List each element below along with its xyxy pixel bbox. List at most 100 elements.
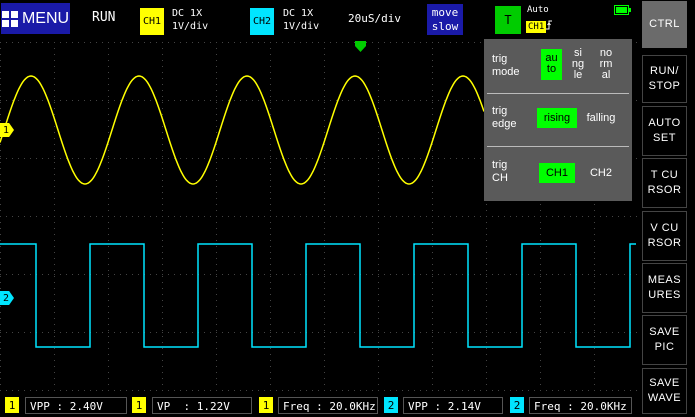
grid-dot <box>432 384 433 385</box>
grid-dot <box>432 158 433 159</box>
measurement-4-value[interactable]: VPP : 2.14V <box>403 397 503 414</box>
measurement-1-value[interactable]: VPP : 2.40V <box>25 397 127 414</box>
trigger-position-marker[interactable] <box>354 40 368 54</box>
grid-dot <box>312 274 313 275</box>
grid-dot <box>108 90 109 91</box>
grid-dot <box>336 332 337 333</box>
run-stop-button[interactable]: RUN/ STOP <box>642 55 687 103</box>
save-pic-button[interactable]: SAVE PIC <box>642 315 687 365</box>
grid-dot <box>360 100 361 101</box>
grid-dot <box>6 158 7 159</box>
grid-dot <box>150 100 151 101</box>
grid-dot <box>426 216 427 217</box>
grid-dot <box>84 390 85 391</box>
trig-edge-rising-option[interactable]: rising <box>537 108 577 128</box>
grid-dot <box>270 274 271 275</box>
measurement-5-value[interactable]: Freq : 20.0KHz <box>529 397 632 414</box>
grid-dot <box>324 282 325 283</box>
grid-dot <box>156 332 157 333</box>
grid-dot <box>324 276 325 277</box>
ch1-settings[interactable]: DC 1X 1V/div <box>172 7 208 33</box>
grid-dot <box>186 42 187 43</box>
grid-dot <box>0 342 1 343</box>
grid-dot <box>324 210 325 211</box>
ctrl-button[interactable]: CTRL <box>642 1 687 48</box>
grid-dot <box>456 100 457 101</box>
grid-dot <box>324 198 325 199</box>
grid-dot <box>420 274 421 275</box>
grid-dot <box>594 330 595 331</box>
grid-dot <box>336 274 337 275</box>
grid-dot <box>432 332 433 333</box>
grid-dot <box>558 332 559 333</box>
grid-dot <box>324 240 325 241</box>
grid-dot <box>444 390 445 391</box>
trig-ch-label: trig CH <box>492 159 508 184</box>
grid-dot <box>450 390 451 391</box>
grid-dot <box>54 174 55 175</box>
ch2-settings[interactable]: DC 1X 1V/div <box>283 7 319 33</box>
grid-dot <box>384 158 385 159</box>
grid-dot <box>432 342 433 343</box>
grid-dot <box>408 332 409 333</box>
grid-dot <box>108 60 109 61</box>
trig-mode-single-option[interactable]: si ng le <box>568 48 588 81</box>
grid-dot <box>18 390 19 391</box>
run-state[interactable]: RUN <box>92 10 115 25</box>
grid-dot <box>216 186 217 187</box>
trig-mode-auto-option[interactable]: au to <box>541 49 562 80</box>
timebase[interactable]: 20uS/div <box>348 12 401 25</box>
grid-dot <box>396 216 397 217</box>
grid-dot <box>300 274 301 275</box>
move-speed-button[interactable]: move slow <box>427 4 463 35</box>
trig-ch-ch1-option[interactable]: CH1 <box>539 163 575 183</box>
grid-dot <box>102 42 103 43</box>
grid-dot <box>132 100 133 101</box>
grid-dot <box>498 332 499 333</box>
menu-button[interactable]: MENU <box>1 3 70 34</box>
measurement-3-value[interactable]: Freq : 20.0KHz <box>278 397 378 414</box>
ch2-scale: 1V/div <box>283 21 320 32</box>
trig-edge-falling-option[interactable]: falling <box>581 113 621 124</box>
grid-dot <box>486 332 487 333</box>
auto-set-button[interactable]: AUTO SET <box>642 106 687 156</box>
grid-dot <box>282 100 283 101</box>
grid-dot <box>54 48 55 49</box>
grid-dot <box>216 276 217 277</box>
grid-dot <box>96 332 97 333</box>
grid-dot <box>264 332 265 333</box>
trigger-button[interactable]: T <box>495 6 521 34</box>
grid-dot <box>498 390 499 391</box>
ch1-badge[interactable]: CH1 <box>140 8 164 35</box>
save-wave-button[interactable]: SAVE WAVE <box>642 368 687 414</box>
grid-dot <box>486 312 487 313</box>
trig-mode-normal-option[interactable]: no rm al <box>596 48 616 81</box>
grid-dot <box>6 274 7 275</box>
panel-divider <box>487 93 629 94</box>
grid-dot <box>372 332 373 333</box>
measurement-2-value[interactable]: VP : 1.22V <box>152 397 252 414</box>
grid-dot <box>0 210 1 211</box>
grid-dot <box>12 390 13 391</box>
grid-dot <box>384 100 385 101</box>
grid-dot <box>486 228 487 229</box>
grid-dot <box>210 100 211 101</box>
v-cursor-button[interactable]: V CU RSOR <box>642 211 687 261</box>
grid-dot <box>54 264 55 265</box>
ch2-badge[interactable]: CH2 <box>250 8 274 35</box>
trig-ch-ch2-option[interactable]: CH2 <box>583 168 619 179</box>
grid-dot <box>162 66 163 67</box>
grid-dot <box>432 282 433 283</box>
grid-dot <box>294 100 295 101</box>
grid-dot <box>432 348 433 349</box>
measures-button[interactable]: MEAS URES <box>642 263 687 313</box>
grid-dot <box>0 276 1 277</box>
grid-dot <box>378 288 379 289</box>
grid-dot <box>66 274 67 275</box>
grid-dot <box>594 342 595 343</box>
t-cursor-button[interactable]: T CU RSOR <box>642 158 687 208</box>
grid-dot <box>54 108 55 109</box>
grid-dot <box>162 180 163 181</box>
grid-dot <box>324 158 325 159</box>
grid-dot <box>366 158 367 159</box>
